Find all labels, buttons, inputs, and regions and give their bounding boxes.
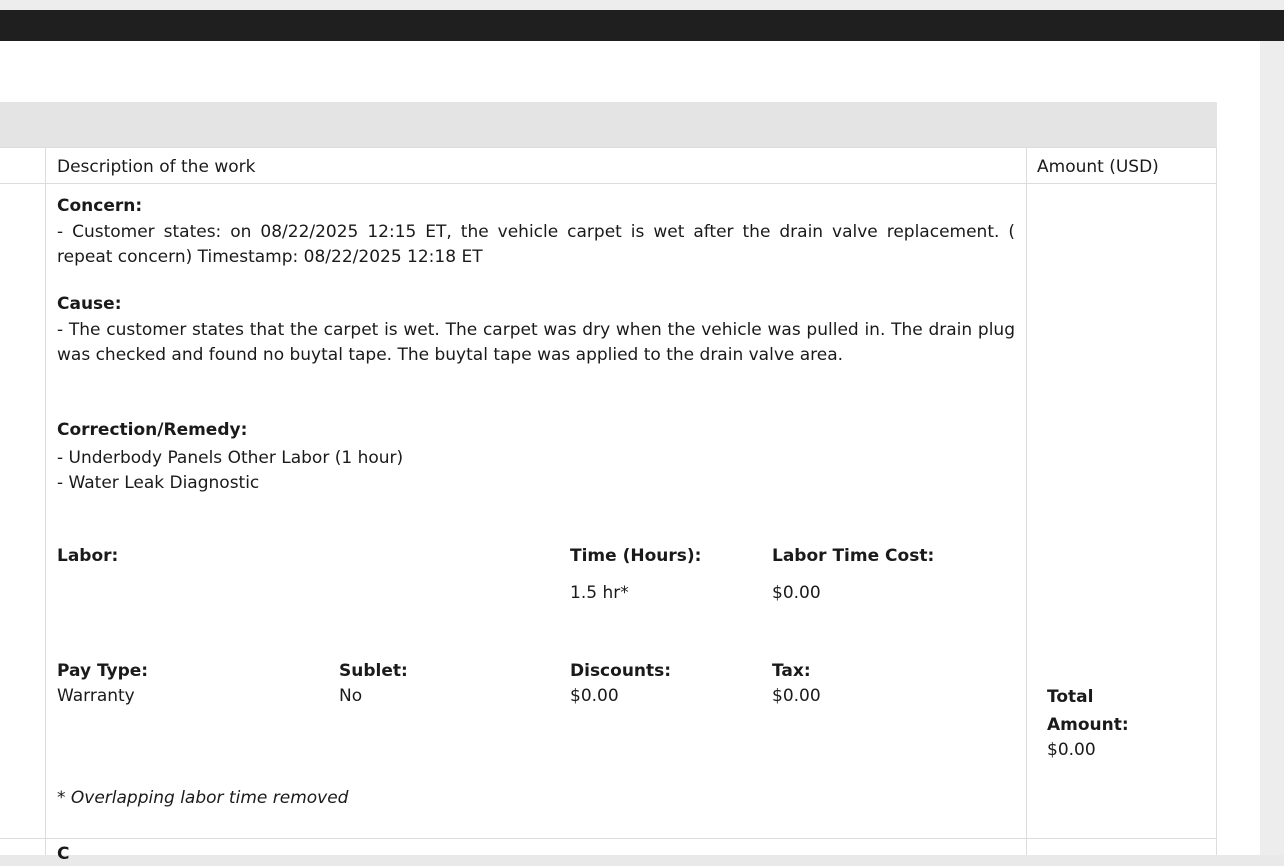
section-header-band — [0, 102, 1217, 147]
page-gutter — [1260, 41, 1284, 855]
cause-text: - The customer states that the carpet is… — [57, 320, 1015, 365]
discounts-label: Discounts: — [570, 661, 672, 681]
concern-text: - Customer states: on 08/22/2025 12:15 E… — [57, 222, 1015, 267]
table-column-divider — [1026, 147, 1027, 855]
pay-type-value: Warranty — [57, 686, 135, 706]
total-amount-value: $0.00 — [1047, 740, 1096, 760]
time-hours-value: 1.5 hr* — [570, 583, 629, 603]
tax-label: Tax: — [772, 661, 811, 681]
sublet-value: No — [339, 686, 363, 706]
labor-label: Labor: — [57, 546, 119, 566]
window-top-strip — [0, 0, 1284, 10]
table-row-border — [0, 838, 1217, 839]
footnote: * Overlapping labor time removed — [57, 788, 349, 808]
total-amount-label: Total — [1047, 687, 1094, 707]
column-header-amount: Amount (USD) — [1037, 157, 1159, 177]
table-header-border — [0, 183, 1217, 184]
correction-label: Correction/Remedy: — [57, 420, 248, 440]
labor-time-cost-value: $0.00 — [772, 583, 821, 603]
table-column-divider — [45, 147, 46, 855]
correction-item: - Water Leak Diagnostic — [57, 473, 260, 493]
sublet-label: Sublet: — [339, 661, 408, 681]
cause-label: Cause: — [57, 294, 122, 314]
correction-item: - Underbody Panels Other Labor (1 hour) — [57, 448, 404, 468]
column-header-description: Description of the work — [57, 157, 256, 177]
table-right-border — [1216, 147, 1217, 855]
next-row-label: C — [57, 844, 70, 864]
viewer-toolbar — [0, 10, 1284, 41]
tax-value: $0.00 — [772, 686, 821, 706]
concern-label: Concern: — [57, 196, 143, 216]
time-hours-label: Time (Hours): — [570, 546, 702, 566]
total-amount-label: Amount: — [1047, 715, 1129, 735]
labor-time-cost-label: Labor Time Cost: — [772, 546, 935, 566]
table-top-border — [0, 147, 1217, 148]
pay-type-label: Pay Type: — [57, 661, 149, 681]
discounts-value: $0.00 — [570, 686, 619, 706]
